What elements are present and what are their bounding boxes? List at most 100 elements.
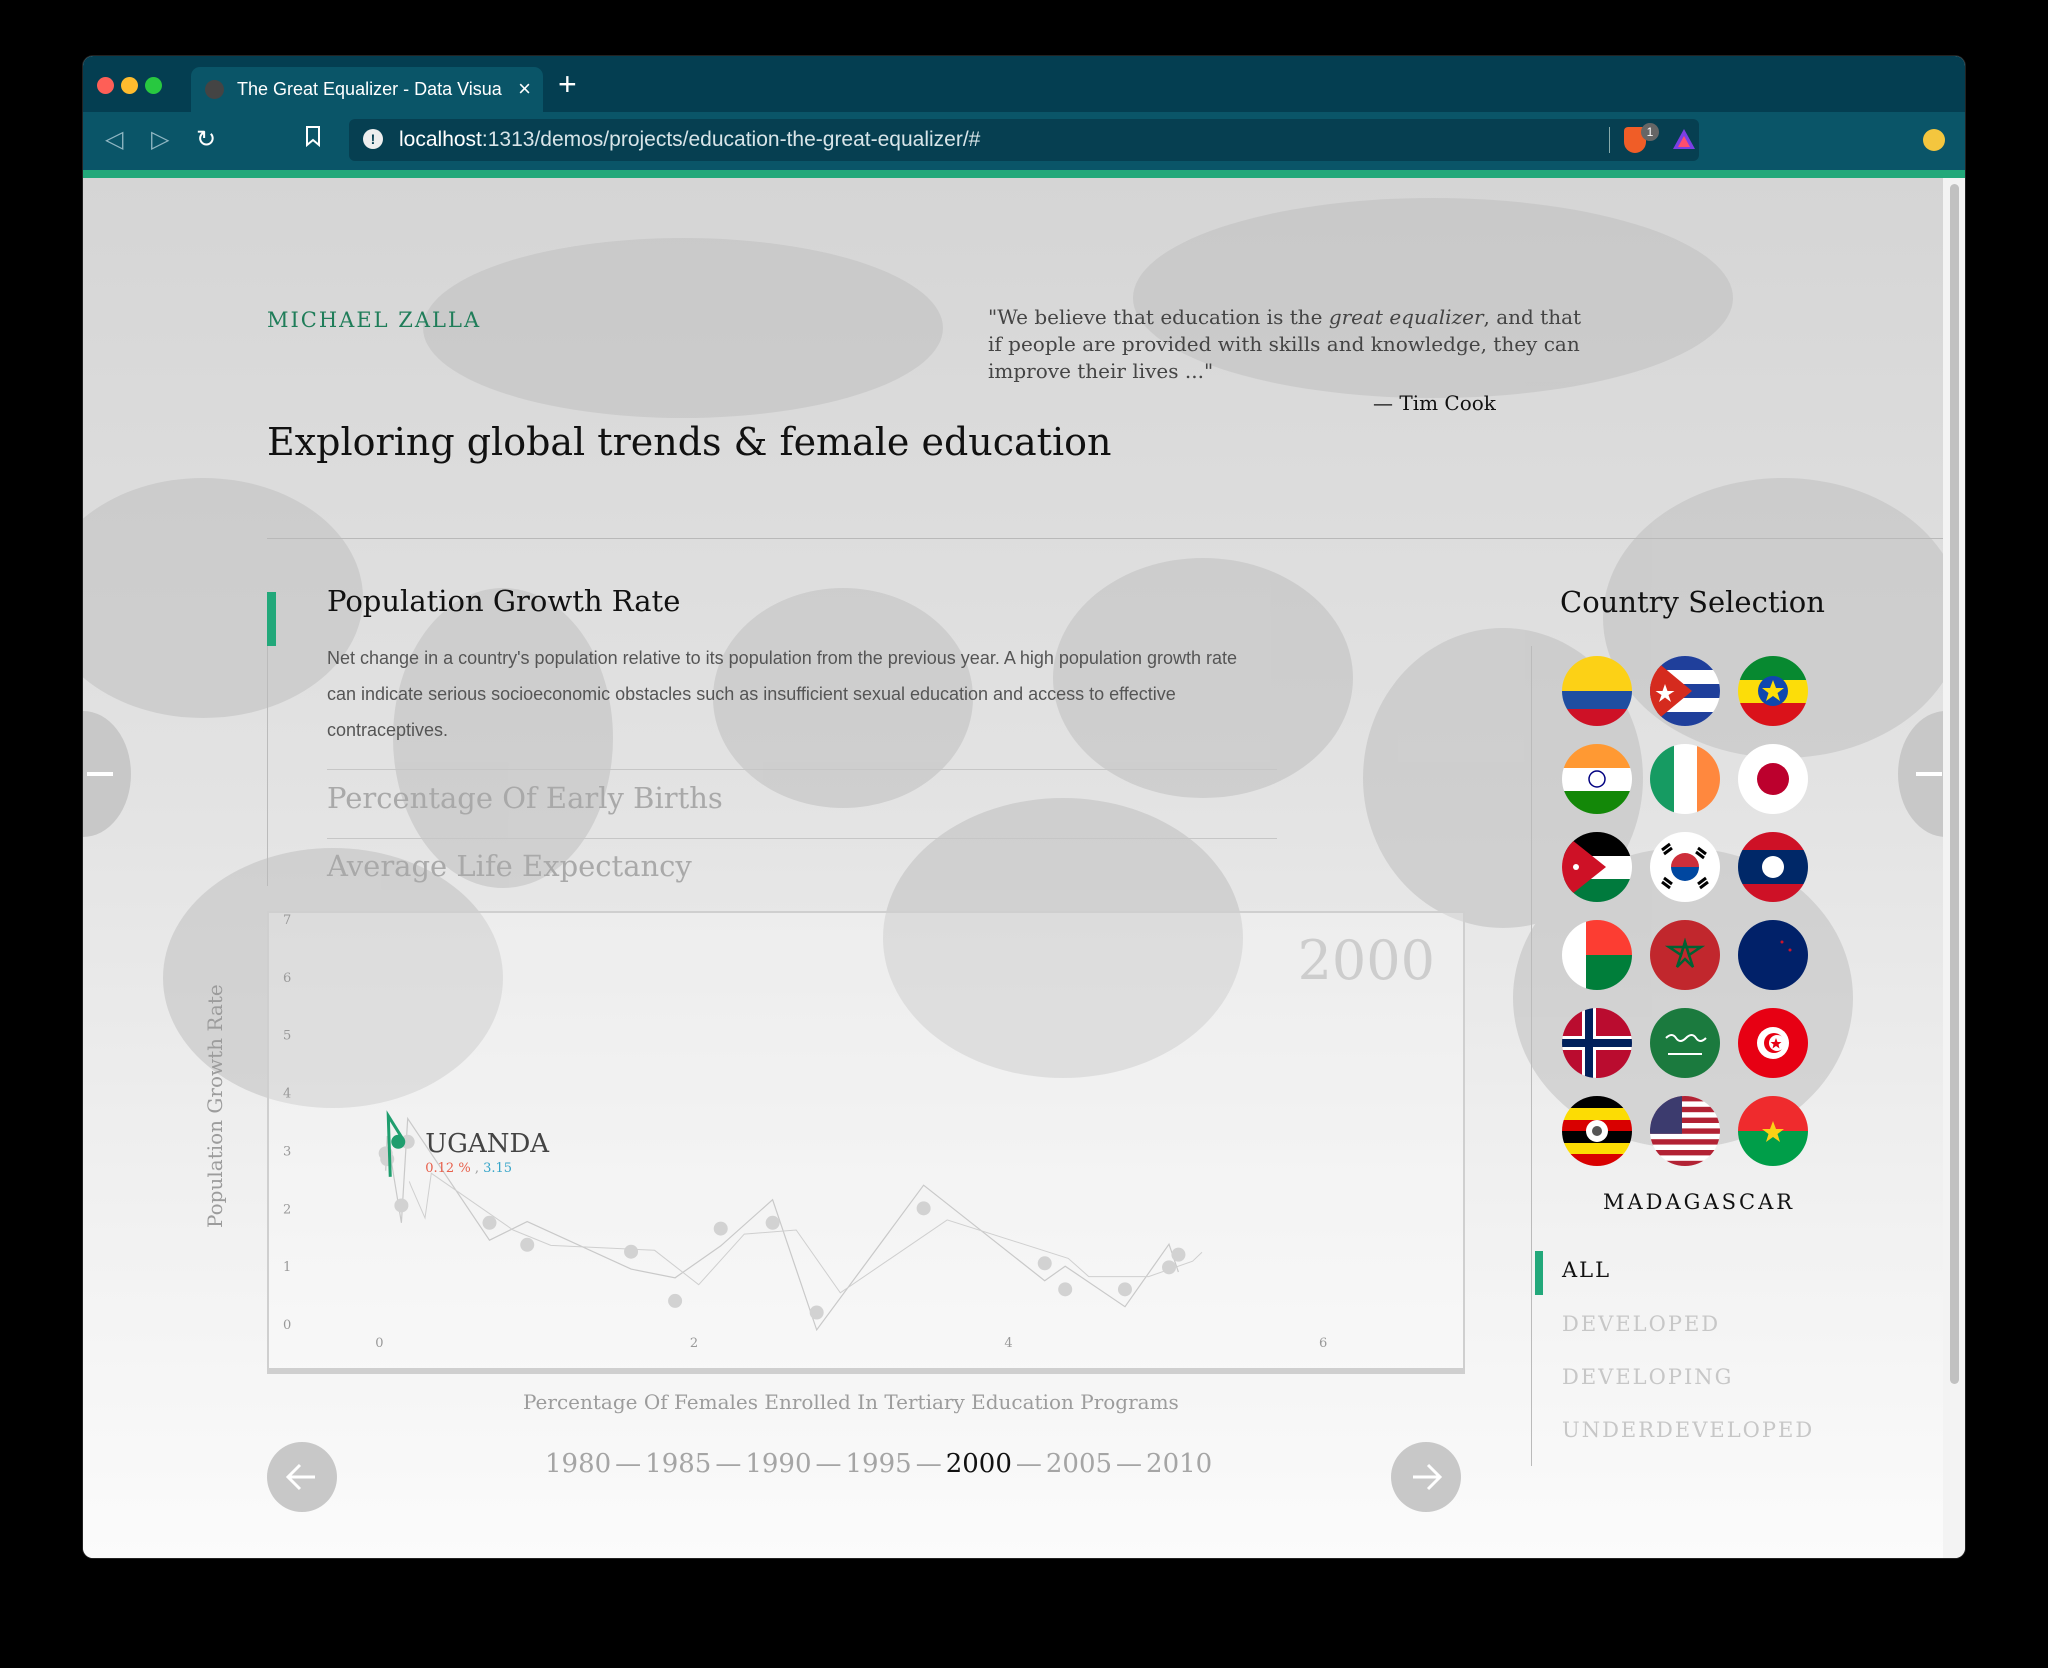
flag-laos-icon[interactable] bbox=[1738, 832, 1808, 902]
y-tick-label: 1 bbox=[283, 1260, 291, 1275]
back-icon[interactable]: ◁ bbox=[105, 125, 123, 154]
close-window-button[interactable] bbox=[97, 77, 114, 94]
year-1995[interactable]: 1995 bbox=[846, 1449, 912, 1479]
quote: "We believe that education is the great … bbox=[988, 304, 1588, 385]
timeline-separator: — bbox=[715, 1449, 742, 1479]
data-point bbox=[1171, 1247, 1186, 1262]
minimize-window-button[interactable] bbox=[121, 77, 138, 94]
data-point bbox=[394, 1198, 409, 1213]
flag-united-states-icon[interactable] bbox=[1650, 1096, 1720, 1166]
y-tick-label: 0 bbox=[283, 1318, 291, 1333]
flag-ethiopia-icon[interactable] bbox=[1738, 656, 1808, 726]
url-host: localhost bbox=[399, 128, 482, 151]
bookmark-icon[interactable] bbox=[304, 125, 322, 154]
data-point bbox=[380, 1152, 395, 1167]
highlight-country-label: UGANDA bbox=[425, 1129, 550, 1159]
y-tick-label: 3 bbox=[283, 1144, 291, 1159]
y-tick-label: 2 bbox=[283, 1202, 291, 1217]
scrollbar-thumb[interactable] bbox=[1950, 184, 1959, 1384]
close-tab-icon[interactable]: × bbox=[518, 76, 531, 102]
filter-developing[interactable]: DEVELOPING bbox=[1562, 1365, 1733, 1389]
metric-population-growth[interactable]: Population Growth Rate bbox=[327, 584, 680, 618]
year-2000[interactable]: 2000 bbox=[946, 1449, 1012, 1479]
page-content: MICHAEL ZALLA "We believe that education… bbox=[83, 178, 1943, 1558]
url-path: :1313/demos/projects/education-the-great… bbox=[481, 128, 981, 151]
x-axis-label: Percentage Of Females Enrolled In Tertia… bbox=[523, 1390, 1179, 1414]
divider bbox=[327, 838, 1277, 839]
extension-icon[interactable] bbox=[1923, 129, 1945, 151]
flag-burkina-faso-icon[interactable] bbox=[1738, 1096, 1808, 1166]
globe-icon bbox=[205, 80, 224, 99]
author-name: MICHAEL ZALLA bbox=[267, 308, 482, 332]
year-timeline: 1980—1985—1990—1995—2000—2005—2010 bbox=[543, 1449, 1214, 1479]
divider bbox=[267, 538, 1943, 539]
new-tab-button[interactable]: + bbox=[558, 66, 577, 103]
scatter-chart: 0 1 2 3 4 5 6 7 0 2 4 6 2000 UGANDA 0.12 % , 3.15 bbox=[267, 911, 1465, 1374]
browser-toolbar: ◁ ▷ ↻ ! localhost:1313/demos/projects/ed… bbox=[83, 112, 1965, 170]
metric-list-rule bbox=[267, 646, 268, 886]
divider bbox=[327, 769, 1277, 770]
page-title: Exploring global trends & female educati… bbox=[267, 420, 1112, 464]
filter-all[interactable]: ALL bbox=[1562, 1258, 1611, 1282]
flag-saudi-arabia-icon[interactable] bbox=[1650, 1008, 1720, 1078]
active-filter-marker bbox=[1535, 1251, 1543, 1295]
info-icon[interactable]: ! bbox=[363, 129, 383, 149]
address-bar[interactable]: ! localhost:1313/demos/projects/educatio… bbox=[349, 119, 1699, 161]
quote-start: "We believe that education is the bbox=[988, 305, 1329, 329]
previous-year-button[interactable] bbox=[267, 1442, 337, 1512]
year-watermark: 2000 bbox=[1298, 929, 1435, 992]
browser-tab[interactable]: The Great Equalizer - Data Visua × bbox=[191, 67, 543, 112]
sidebar-rule bbox=[1531, 646, 1532, 1466]
x-tick-label: 6 bbox=[1319, 1336, 1327, 1351]
y-tick-label: 6 bbox=[283, 971, 291, 986]
next-year-button[interactable] bbox=[1391, 1442, 1461, 1512]
flag-norway-icon[interactable] bbox=[1562, 1008, 1632, 1078]
timeline-separator: — bbox=[615, 1449, 642, 1479]
data-point bbox=[916, 1201, 931, 1216]
flag-tunisia-icon[interactable] bbox=[1738, 1008, 1808, 1078]
arrow-right-icon bbox=[1413, 1463, 1443, 1491]
data-point bbox=[1058, 1282, 1073, 1297]
year-1980[interactable]: 1980 bbox=[545, 1449, 611, 1479]
year-1990[interactable]: 1990 bbox=[745, 1449, 811, 1479]
divider bbox=[1609, 127, 1610, 153]
timeline-separator: — bbox=[1015, 1449, 1042, 1479]
data-point bbox=[765, 1215, 780, 1230]
year-2005[interactable]: 2005 bbox=[1046, 1449, 1112, 1479]
filter-underdeveloped[interactable]: UNDERDEVELOPED bbox=[1562, 1418, 1814, 1442]
arrow-left-icon bbox=[285, 1463, 315, 1491]
metric-life-expectancy[interactable]: Average Life Expectancy bbox=[327, 849, 692, 883]
active-metric-marker bbox=[267, 592, 276, 646]
flag-japan-icon[interactable] bbox=[1738, 744, 1808, 814]
metric-early-births[interactable]: Percentage Of Early Births bbox=[327, 781, 723, 815]
data-point bbox=[624, 1244, 639, 1259]
minus-icon bbox=[87, 772, 113, 776]
data-point bbox=[482, 1215, 497, 1230]
data-point bbox=[520, 1237, 535, 1252]
flag-new-zealand-icon[interactable] bbox=[1738, 920, 1808, 990]
year-2010[interactable]: 2010 bbox=[1146, 1449, 1212, 1479]
flag-morocco-icon[interactable] bbox=[1650, 920, 1720, 990]
flag-jordan-icon[interactable] bbox=[1562, 832, 1632, 902]
flag-south-korea-icon[interactable] bbox=[1650, 832, 1720, 902]
maximize-window-button[interactable] bbox=[145, 77, 162, 94]
rewards-icon[interactable] bbox=[1671, 127, 1697, 157]
minus-icon bbox=[1916, 772, 1942, 776]
data-point bbox=[1117, 1282, 1132, 1297]
forward-icon[interactable]: ▷ bbox=[151, 125, 169, 154]
flag-colombia-icon[interactable] bbox=[1562, 656, 1632, 726]
filter-developed[interactable]: DEVELOPED bbox=[1562, 1312, 1720, 1336]
flag-uganda-icon[interactable] bbox=[1562, 1096, 1632, 1166]
scrollbar[interactable] bbox=[1943, 178, 1965, 1558]
highlight-values: 0.12 % , 3.15 bbox=[425, 1161, 512, 1176]
reload-icon[interactable]: ↻ bbox=[196, 125, 216, 154]
shield-badge: 1 bbox=[1641, 123, 1659, 141]
highlight-point bbox=[391, 1134, 406, 1149]
y-tick-label: 4 bbox=[283, 1087, 291, 1102]
flag-ireland-icon[interactable] bbox=[1650, 744, 1720, 814]
flag-cuba-icon[interactable] bbox=[1650, 656, 1720, 726]
tab-bar: The Great Equalizer - Data Visua × + bbox=[83, 56, 1965, 112]
flag-madagascar-icon[interactable] bbox=[1562, 920, 1632, 990]
year-1985[interactable]: 1985 bbox=[645, 1449, 711, 1479]
flag-india-icon[interactable] bbox=[1562, 744, 1632, 814]
